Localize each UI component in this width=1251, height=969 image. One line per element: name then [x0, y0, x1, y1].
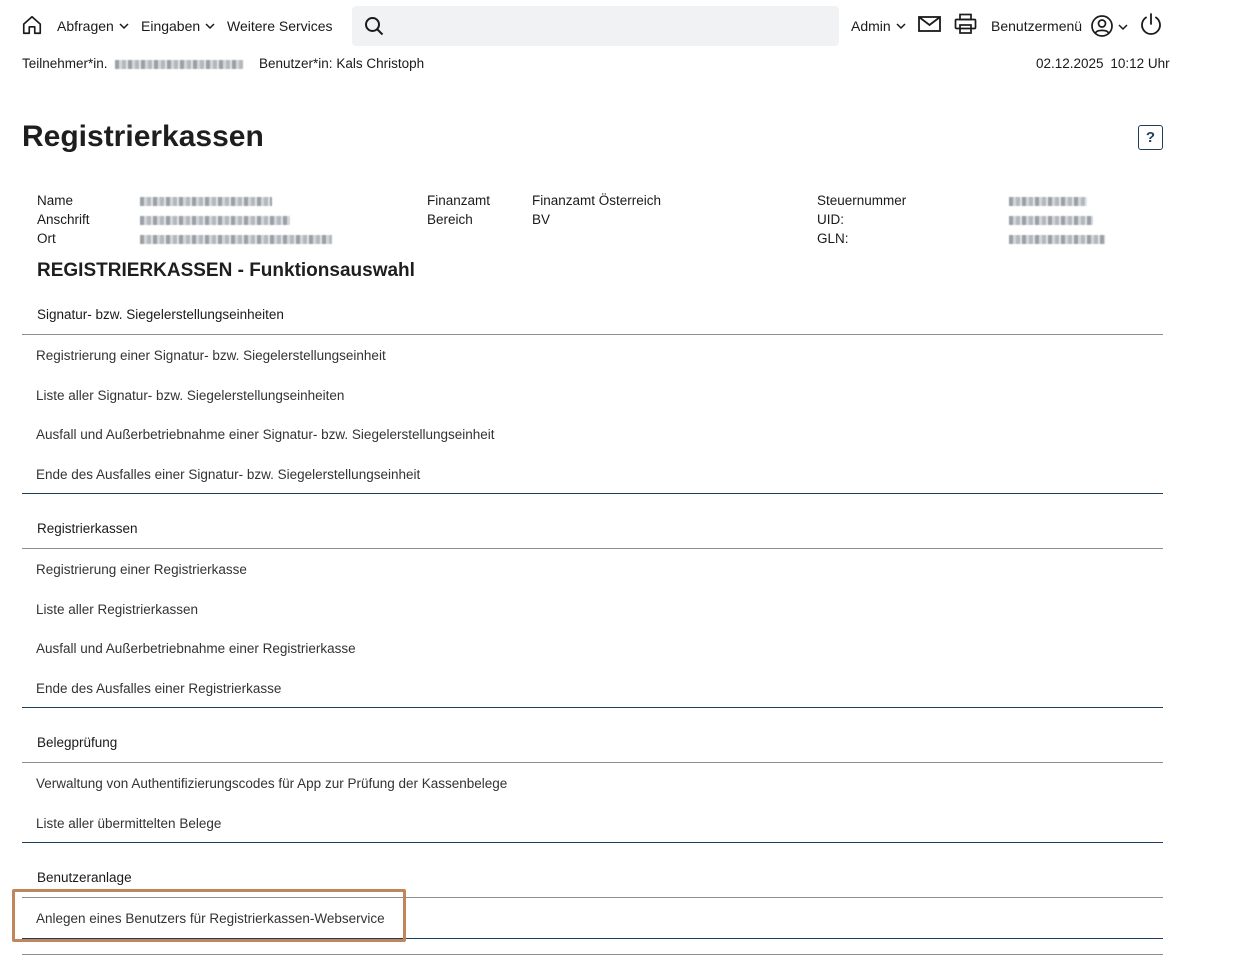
page-title: Registrierkassen — [22, 120, 264, 153]
redacted-ort — [140, 234, 332, 244]
nav-weitere-label: Weitere Services — [227, 18, 333, 34]
group-heading: Benutzeranlage — [22, 858, 1163, 898]
section-title: REGISTRIERKASSEN - Funktionsauswahl — [37, 260, 415, 281]
help-button[interactable]: ? — [1138, 125, 1163, 150]
redacted-anschrift — [140, 215, 290, 225]
finanzamt-value: Finanzamt Österreich — [532, 193, 662, 208]
nav-weitere-services[interactable]: Weitere Services — [227, 18, 333, 34]
steuernummer-label: Steuernummer — [817, 193, 907, 208]
chevron-down-icon — [205, 23, 215, 30]
finanzamt-label: Finanzamt — [427, 193, 491, 208]
link-ende-ausfall-signatur[interactable]: Ende des Ausfalles einer Signatur- bzw. … — [22, 454, 1163, 494]
redacted-name — [140, 196, 272, 206]
info-values-mid: Finanzamt Österreich BV — [532, 191, 661, 229]
group-heading: Belegprüfung — [22, 723, 1163, 763]
redacted-teilnehmer — [115, 59, 244, 69]
uid-label: UID: — [817, 212, 844, 227]
link-registrierung-signatur[interactable]: Registrierung einer Signatur- bzw. Siege… — [22, 335, 1163, 375]
search-bar[interactable] — [352, 6, 839, 46]
link-ausfall-kasse[interactable]: Ausfall und Außerbetriebnahme einer Regi… — [22, 628, 1163, 668]
printer-icon[interactable] — [954, 13, 977, 35]
nav-benutzermenue-label: Benutzermenü — [991, 18, 1083, 34]
chevron-down-icon[interactable] — [1117, 21, 1129, 33]
redacted-uid — [1009, 215, 1093, 225]
group-heading: Signatur- bzw. Siegelerstellungseinheite… — [22, 295, 1163, 335]
anschrift-label: Anschrift — [37, 212, 90, 227]
info-values-left — [140, 191, 332, 248]
benutzer-value: Kals Christoph — [336, 56, 425, 71]
nav-eingaben-label: Eingaben — [141, 18, 201, 34]
info-labels-right: Steuernummer UID: GLN: — [817, 191, 906, 248]
nav-admin-label: Admin — [851, 18, 891, 34]
nav-abfragen[interactable]: Abfragen — [57, 18, 130, 34]
datetime: 02.12.2025 10:12 Uhr — [1036, 56, 1170, 71]
nav-eingaben[interactable]: Eingaben — [141, 18, 216, 34]
nav-abfragen-label: Abfragen — [57, 18, 114, 34]
info-labels-left: Name Anschrift Ort — [37, 191, 90, 248]
link-registrierung-kasse[interactable]: Registrierung einer Registrierkasse — [22, 549, 1163, 589]
bottom-divider — [22, 954, 1163, 955]
group-divider — [22, 493, 1163, 494]
time-value: 10:12 Uhr — [1110, 56, 1170, 71]
info-values-right — [1009, 191, 1105, 248]
bereich-value: BV — [532, 212, 551, 227]
link-liste-kassen[interactable]: Liste aller Registrierkassen — [22, 589, 1163, 629]
link-liste-belege[interactable]: Liste aller übermittelten Belege — [22, 803, 1163, 843]
benutzer-label: Benutzer*in: — [259, 56, 333, 71]
search-input[interactable] — [396, 12, 826, 40]
link-liste-signatur[interactable]: Liste aller Signatur- bzw. Siegelerstell… — [22, 375, 1163, 415]
group-divider — [22, 938, 1163, 939]
group-heading: Registrierkassen — [22, 509, 1163, 549]
group-divider — [22, 842, 1163, 843]
search-icon — [365, 17, 384, 36]
bereich-label: Bereich — [427, 212, 473, 227]
nav-benutzermenue[interactable]: Benutzermenü — [991, 18, 1082, 34]
date-value: 02.12.2025 — [1036, 56, 1104, 71]
top-navigation: Abfragen Eingaben Weitere Services Admin… — [0, 0, 1251, 52]
power-icon[interactable] — [1139, 12, 1163, 36]
redacted-steuernummer — [1009, 196, 1087, 206]
link-authentifizierungscodes[interactable]: Verwaltung von Authentifizierungscodes f… — [22, 763, 1163, 803]
nav-admin[interactable]: Admin — [851, 18, 907, 34]
ort-label: Ort — [37, 231, 56, 246]
name-label: Name — [37, 193, 74, 208]
mail-icon[interactable] — [918, 15, 941, 33]
gln-label: GLN: — [817, 231, 849, 246]
redacted-gln — [1009, 234, 1105, 244]
user-circle-icon[interactable] — [1090, 14, 1114, 38]
teilnehmer-info: Teilnehmer*in. — [22, 56, 244, 71]
link-anlegen-benutzer-webservice[interactable]: Anlegen eines Benutzers für Registrierka… — [22, 898, 1163, 938]
chevron-down-icon — [896, 23, 906, 30]
group-divider — [22, 707, 1163, 708]
link-ende-ausfall-kasse[interactable]: Ende des Ausfalles einer Registrierkasse — [22, 668, 1163, 708]
teilnehmer-label: Teilnehmer*in. — [22, 56, 108, 71]
info-labels-mid: Finanzamt Bereich — [427, 191, 490, 229]
benutzer-info: Benutzer*in: Kals Christoph — [259, 56, 424, 71]
chevron-down-icon — [119, 23, 129, 30]
link-ausfall-signatur[interactable]: Ausfall und Außerbetriebnahme einer Sign… — [22, 414, 1163, 454]
home-icon[interactable] — [21, 14, 43, 36]
